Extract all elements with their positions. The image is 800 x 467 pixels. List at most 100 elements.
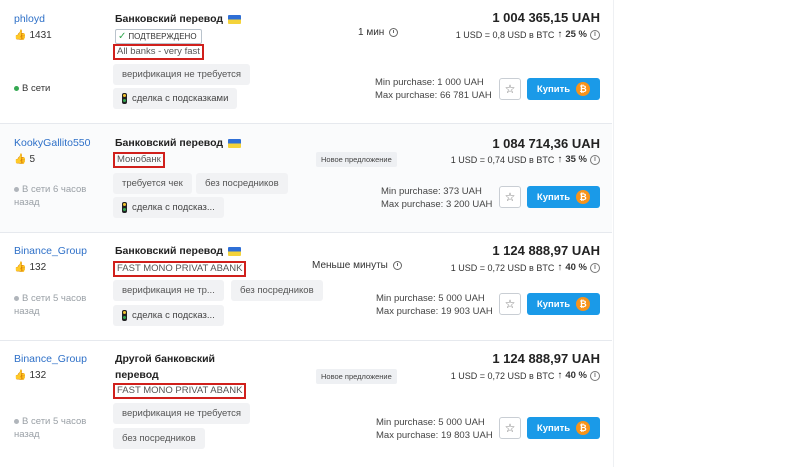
status-text: В сети 6 часов назад [14,184,87,208]
clock-icon [389,28,399,37]
payment-method-label-line2: перевод [115,369,159,381]
hint-label: сделка с подсказками [132,93,229,104]
traffic-light-icon [122,202,127,213]
buy-button[interactable]: Купить ₿ [527,293,600,315]
min-purchase: Min purchase: 5 000 UAH [376,293,485,304]
buy-label: Купить [536,422,571,434]
bitcoin-icon: ₿ [576,190,591,204]
likes-value: 1431 [29,30,52,41]
empty-sidebar-area [613,0,800,467]
payment-method: Банковский перевод [115,243,242,259]
hint-label: сделка с подсказ... [132,310,215,321]
response-time: Меньше минуты [312,260,402,271]
buy-button[interactable]: Купить ₿ [527,78,600,100]
tag-no-intermediaries: без посредников [113,428,205,449]
favorite-star-button[interactable]: ☆ [499,417,521,439]
offline-dot-icon [14,418,19,424]
verified-label: ПОДТВЕРЖДЕНО [128,32,197,41]
offer-row-1: phloyd 👍 1431 В сети Банковский перевод … [0,0,612,124]
offer-price: 1 124 888,97 UAH [492,243,600,258]
min-purchase: Min purchase: 373 UAH [381,186,482,197]
status-text: В сети 5 часов назад [14,416,87,440]
traffic-light-icon [122,310,127,321]
arrow-up-icon: ↑ [557,29,563,40]
buy-label: Купить [536,83,571,95]
online-dot-icon [14,85,19,91]
buy-label: Купить [536,298,571,310]
info-icon[interactable]: i [590,262,600,273]
username-link[interactable]: phloyd [14,13,45,25]
payment-method: Банковский перевод [115,11,242,27]
margin-percent: 40 % [565,262,587,273]
payment-method-label: Другой банковский [115,353,216,365]
likes-value: 5 [29,154,36,165]
payment-method-label: Банковский перевод [115,137,224,149]
arrow-up-icon: ↑ [557,154,563,165]
info-icon[interactable]: i [590,154,600,165]
response-time-value: Меньше минуты [312,260,388,271]
payment-method: Банковский перевод [115,135,242,151]
buy-button[interactable]: Купить ₿ [527,417,600,439]
clock-icon [392,261,402,270]
ukraine-flag-icon [228,14,242,24]
online-status: В сети 5 часов назад [14,415,109,441]
info-icon[interactable]: i [590,29,600,40]
new-offer-badge: Новое предложение [316,152,397,167]
max-purchase: Max purchase: 19 903 UAH [376,306,493,317]
buy-label: Купить [536,191,571,203]
purchase-limits: Min purchase: 373 UAH Max purchase: 3 20… [381,185,492,211]
status-text: В сети 5 часов назад [14,293,87,317]
max-purchase: Max purchase: 3 200 UAH [381,199,493,210]
payment-method-label: Банковский перевод [115,13,224,25]
tag-hint-deal: сделка с подсказ... [113,305,224,326]
tag-receipt-required: требуется чек [113,173,192,194]
min-purchase: Min purchase: 1 000 UAH [375,77,484,88]
likes-value: 132 [29,370,47,381]
username-link[interactable]: KookyGallito550 [14,137,90,149]
margin-percent: 40 % [565,370,587,381]
max-purchase: Max purchase: 66 781 UAH [375,90,492,101]
max-purchase: Max purchase: 19 803 UAH [376,430,493,441]
buy-button[interactable]: Купить ₿ [527,186,600,208]
margin-percent: 35 % [565,154,587,165]
online-status: В сети 6 часов назад [14,183,109,209]
favorite-star-button[interactable]: ☆ [499,293,521,315]
rate-text: 1 USD = 0,72 USD в BTC [450,262,555,273]
tag-no-intermediaries: без посредников [231,280,323,301]
offer-highlight: FAST MONO PRIVAT ABANK [113,261,247,277]
tag-no-verification: верификация не требуется [113,64,251,85]
offer-highlight: All banks - very fast [113,44,204,60]
username-link[interactable]: Binance_Group [14,353,87,365]
online-status: В сети 5 часов назад [14,292,109,318]
tag-hint-deal: сделка с подсказками [113,88,238,109]
likes-value: 132 [29,262,47,273]
exchange-rate: 1 USD = 0,74 USD в BTC ↑ 35 % i [451,154,600,165]
tag-hint-deal: сделка с подсказ... [113,197,224,218]
response-time: 1 мин [358,27,399,38]
purchase-limits: Min purchase: 5 000 UAH Max purchase: 19… [376,292,493,318]
verified-badge: ✓ ПОДТВЕРЖДЕНО [115,29,202,44]
new-offer-badge: Новое предложение [316,369,397,384]
likes-count: 👍 132 [14,262,46,273]
hint-label: сделка с подсказ... [132,202,215,213]
username-link[interactable]: Binance_Group [14,245,87,257]
min-purchase: Min purchase: 5 000 UAH [376,417,485,428]
favorite-star-button[interactable]: ☆ [499,186,521,208]
payment-method-label: Банковский перевод [115,245,224,257]
rate-text: 1 USD = 0,8 USD в BTC [455,29,555,40]
traffic-light-icon [122,93,127,104]
offline-dot-icon [14,186,19,192]
offers-page: phloyd 👍 1431 В сети Банковский перевод … [0,0,800,467]
thumbs-up-icon: 👍 [14,30,27,41]
favorite-star-button[interactable]: ☆ [499,78,521,100]
arrow-up-icon: ↑ [557,370,563,381]
status-text: В сети [22,83,51,94]
offer-highlight: Монобанк [113,152,165,168]
info-icon[interactable]: i [590,370,600,381]
exchange-rate: 1 USD = 0,72 USD в BTC ↑ 40 % i [451,370,600,381]
tag-no-verification: верификация не требуется [113,403,251,424]
thumbs-up-icon: 👍 [14,262,27,273]
rate-text: 1 USD = 0,74 USD в BTC [450,154,555,165]
exchange-rate: 1 USD = 0,72 USD в BTC ↑ 40 % i [451,262,600,273]
offline-dot-icon [14,295,19,301]
